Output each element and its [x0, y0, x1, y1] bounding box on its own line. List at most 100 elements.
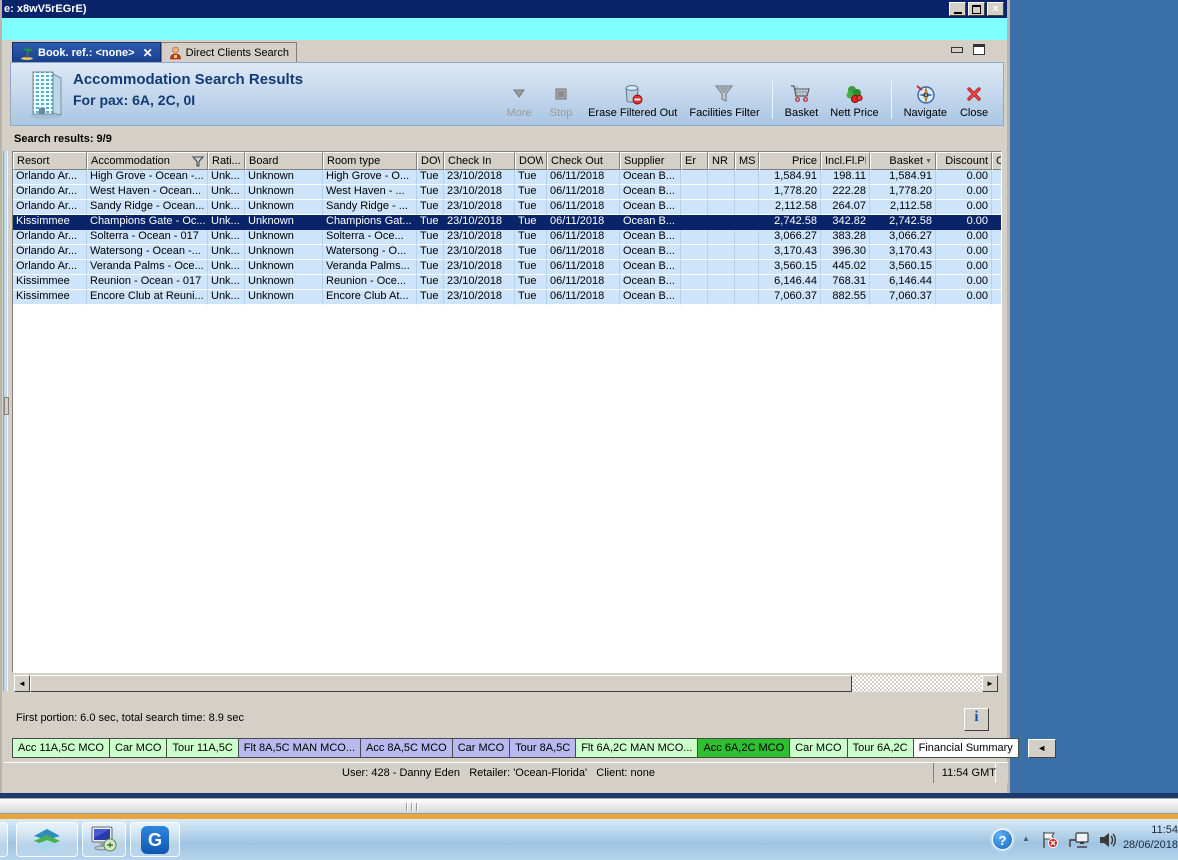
cell-ms	[735, 275, 759, 290]
scrollbar-thumb[interactable]	[30, 675, 852, 692]
result-row[interactable]: Orlando Ar... Veranda Palms - Oce... Unk..…	[13, 260, 1001, 275]
help-tray-icon[interactable]: ?	[992, 829, 1013, 850]
result-row[interactable]: Orlando Ar... West Haven - Ocean... Unk...…	[13, 185, 1001, 200]
cell-rati: Unk...	[208, 185, 245, 200]
column-header-check-out[interactable]: Check Out	[547, 152, 620, 170]
column-header-discount[interactable]: Discount	[936, 152, 992, 170]
mdi-minimize-icon[interactable]	[951, 46, 963, 53]
result-row[interactable]: Kissimmee Champions Gate - Oc... Unk... Unk…	[13, 215, 1001, 230]
column-header-basket[interactable]: Basket ▼	[870, 152, 936, 170]
column-header-incl-fl-pp[interactable]: Incl.Fl.PP	[821, 152, 870, 170]
cell-board: Unknown	[245, 215, 323, 230]
column-header-ms[interactable]: MS	[735, 152, 759, 170]
tab-scroll-left-button[interactable]: ◄	[1027, 738, 1056, 758]
filter-icon[interactable]	[192, 155, 204, 167]
window-titlebar[interactable]: e: x8wV5rEGrE) ×	[2, 0, 1007, 18]
splitter-handle[interactable]	[4, 397, 9, 415]
column-header-dow[interactable]: DOW	[515, 152, 547, 170]
itinerary-tab-acc-11a-5c-mco[interactable]: Acc 11A,5C MCO	[12, 738, 110, 758]
volume-tray-icon[interactable]	[1098, 831, 1118, 852]
column-header-er[interactable]: Er	[681, 152, 708, 170]
result-row[interactable]: Orlando Ar... Solterra - Ocean - 017 Unk..…	[13, 230, 1001, 245]
info-button[interactable]: i	[964, 708, 989, 731]
itinerary-tab-tour-8a-5c[interactable]: Tour 8A,5C	[509, 738, 577, 758]
itinerary-tab-flt-8a-5c-man-mco[interactable]: Flt 8A,5C MAN MCO...	[237, 738, 362, 758]
close-results-button[interactable]: Close	[959, 83, 989, 119]
sort-down-icon[interactable]: ▼	[925, 158, 932, 165]
navigate-button[interactable]: Navigate	[904, 83, 947, 119]
cell-price: 2,112.58	[759, 200, 821, 215]
cell-nr	[708, 185, 735, 200]
column-header-dow[interactable]: DOW	[417, 152, 444, 170]
cell-incl-fl-pp: 198.11	[821, 170, 870, 185]
column-header-check-in[interactable]: Check In	[444, 152, 515, 170]
cell-c	[992, 200, 1001, 215]
facilities-filter-button[interactable]: Facilities Filter	[689, 83, 760, 119]
column-header-supplier[interactable]: Supplier	[620, 152, 681, 170]
window-minimize-button[interactable]	[949, 2, 966, 16]
column-header-board[interactable]: Board	[245, 152, 323, 170]
taskbar-button-partial[interactable]	[0, 822, 8, 857]
cell-ms	[735, 215, 759, 230]
itinerary-tab-car-mco[interactable]: Car MCO	[451, 738, 511, 758]
cell-price: 6,146.44	[759, 275, 821, 290]
network-tray-icon[interactable]	[1068, 831, 1090, 852]
cell-ms	[735, 185, 759, 200]
itinerary-tab-car-mco[interactable]: Car MCO	[789, 738, 848, 758]
column-header-c[interactable]: C	[992, 152, 1001, 170]
result-row[interactable]: Kissimmee Reunion - Ocean - 017 Unk... Unkn…	[13, 275, 1001, 290]
cell-basket: 3,066.27	[870, 230, 936, 245]
mdi-restore-icon[interactable]	[973, 44, 985, 55]
cell-dow: Tue	[515, 170, 547, 185]
cell-er	[681, 290, 708, 305]
basket-button[interactable]: Basket	[785, 83, 818, 119]
column-header-accommodation[interactable]: Accommodation	[87, 152, 208, 170]
scroll-right-icon[interactable]: ►	[982, 675, 998, 692]
result-row[interactable]: Orlando Ar... High Grove - Ocean -... Unk.…	[13, 170, 1001, 185]
result-row[interactable]: Orlando Ar... Watersong - Ocean -... Unk..…	[13, 245, 1001, 260]
column-header-nr[interactable]: NR	[708, 152, 735, 170]
cell-er	[681, 200, 708, 215]
itinerary-tab-acc-6a-2c-mco[interactable]: Acc 6A,2C MCO	[697, 738, 791, 758]
window-close-button[interactable]: ×	[987, 2, 1004, 16]
action-center-flag-icon[interactable]	[1040, 831, 1060, 852]
cell-basket: 1,778.20	[870, 185, 936, 200]
show-hidden-icons[interactable]: ▲	[1022, 834, 1030, 843]
column-header-resort[interactable]: Resort	[13, 152, 87, 170]
cell-check-in: 23/10/2018	[444, 170, 515, 185]
erase-filtered-out-button[interactable]: Erase Filtered Out	[588, 83, 677, 119]
cell-discount: 0.00	[936, 200, 992, 215]
toolbar-grip-icon[interactable]	[406, 803, 418, 811]
itinerary-tab-acc-8a-5c-mco[interactable]: Acc 8A,5C MCO	[360, 738, 453, 758]
horizontal-scrollbar[interactable]: ◄ ►	[14, 675, 998, 692]
window-maximize-button[interactable]	[968, 2, 985, 16]
itinerary-tab-car-mco[interactable]: Car MCO	[109, 738, 168, 758]
tab-close-icon[interactable]: ✕	[143, 46, 153, 60]
taskbar-button-remote-desktop[interactable]	[82, 822, 126, 857]
itinerary-tab-tour-11a-5c[interactable]: Tour 11A,5C	[166, 738, 239, 758]
cell-resort: Kissimmee	[13, 275, 87, 290]
taskbar-button-g-app[interactable]: G	[130, 822, 180, 857]
cell-discount: 0.00	[936, 275, 992, 290]
cell-accommodation: Sandy Ridge - Ocean...	[87, 200, 208, 215]
cell-check-out: 06/11/2018	[547, 275, 620, 290]
column-header-price[interactable]: Price	[759, 152, 821, 170]
itinerary-tab-flt-6a-2c-man-mco[interactable]: Flt 6A,2C MAN MCO...	[575, 738, 699, 758]
taskbar-clock[interactable]: 11:54 28/06/2018	[1120, 823, 1178, 853]
tab-direct-clients-search[interactable]: Direct Clients Search	[160, 42, 297, 62]
left-splitter[interactable]	[3, 151, 9, 691]
nett-price-button[interactable]: Nett Price	[830, 83, 879, 119]
cell-incl-fl-pp: 342.82	[821, 215, 870, 230]
taskbar-button-app1[interactable]	[16, 822, 78, 857]
cell-resort: Orlando Ar...	[13, 185, 87, 200]
itinerary-tab-tour-6a-2c[interactable]: Tour 6A,2C	[846, 738, 914, 758]
result-row[interactable]: Orlando Ar... Sandy Ridge - Ocean... Unk..…	[13, 200, 1001, 215]
scroll-left-icon[interactable]: ◄	[14, 675, 30, 692]
cell-supplier: Ocean B...	[620, 290, 681, 305]
column-header-room-type[interactable]: Room type	[323, 152, 417, 170]
result-row[interactable]: Kissimmee Encore Club at Reuni... Unk... Un…	[13, 290, 1001, 305]
column-header-rati[interactable]: Rati...	[208, 152, 245, 170]
itinerary-tab-financial-summary[interactable]: Financial Summary	[912, 738, 1019, 758]
docked-toolbar[interactable]	[0, 798, 1178, 814]
tab-booking-ref[interactable]: Book. ref.: <none> ✕	[12, 42, 161, 62]
